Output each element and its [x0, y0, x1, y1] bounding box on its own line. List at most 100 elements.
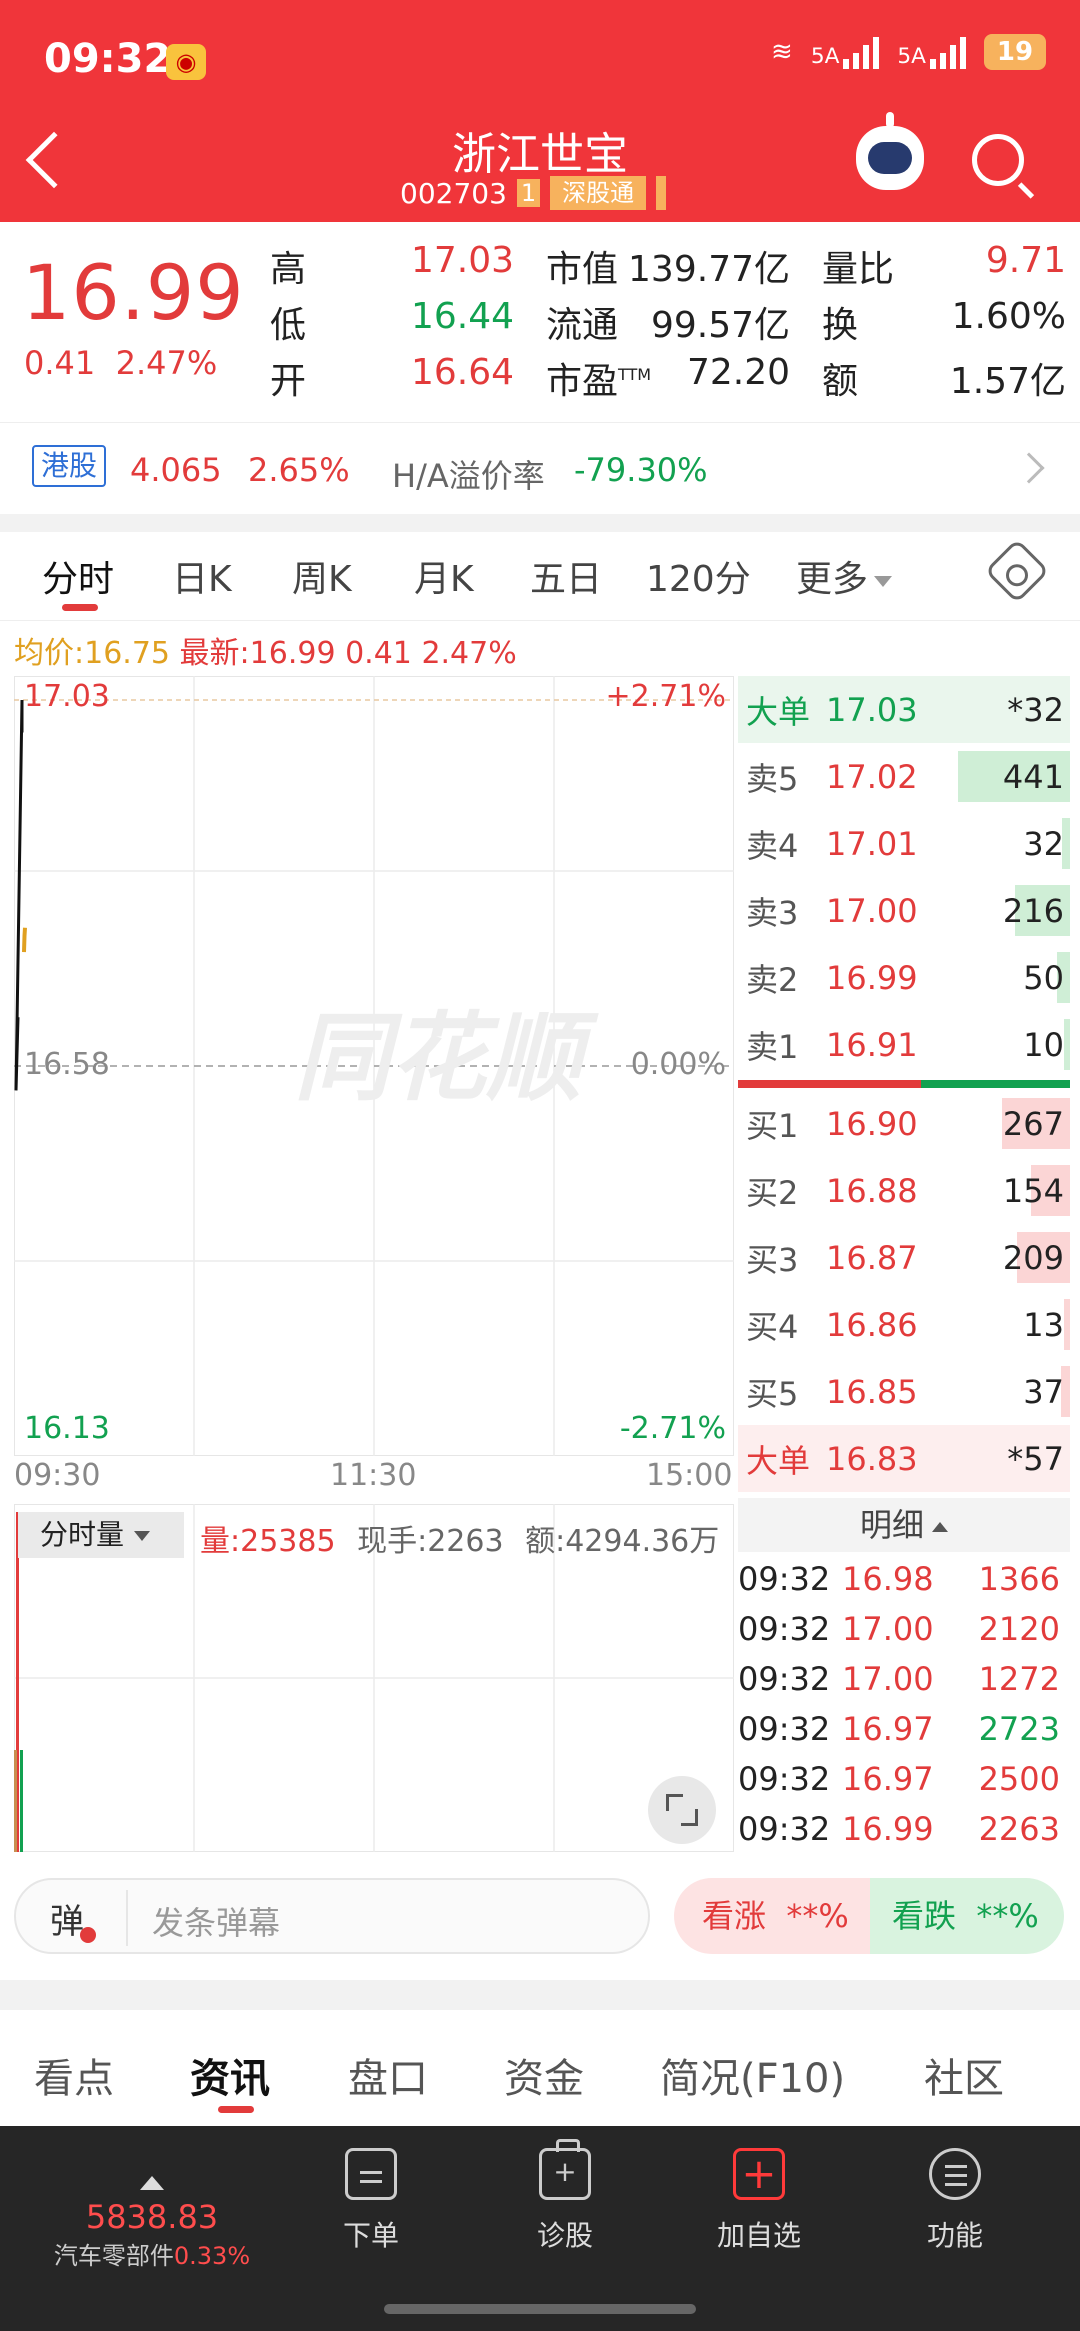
quote-label: 量比	[822, 249, 895, 290]
book-row-bid[interactable]: 买4 16.86 13	[738, 1291, 1070, 1358]
tab-f10[interactable]: 简况(F10)	[660, 2046, 845, 2104]
trade-time: 09:32	[738, 1760, 831, 1798]
book-row-bid[interactable]: 买1 16.90 267	[738, 1090, 1070, 1157]
nav-add-watchlist[interactable]: 加自选	[694, 2148, 824, 2254]
detail-header[interactable]: 明细	[738, 1498, 1070, 1552]
order-book[interactable]: 大单 17.03 *32 卖5 17.02 441 卖4 17.01 32 卖3 17.00 216 卖…	[738, 676, 1070, 1492]
book-row-ask[interactable]: 卖4 17.01 32	[738, 810, 1070, 877]
book-row-big-ask[interactable]: 大单 17.03 *32	[738, 676, 1070, 743]
sector-index-value: 5838.83	[85, 2198, 219, 2236]
watermark: 同花顺	[294, 1002, 599, 1114]
tab-market[interactable]: 盘口	[348, 2046, 428, 2104]
quote-value: 139.77亿	[628, 249, 790, 290]
quote-panel: 16.99 0.41 2.47% 高 17.03 低 16.44 开 16.64 市值 139…	[0, 222, 1080, 422]
book-volume: 216	[1002, 891, 1064, 930]
book-separator	[738, 1080, 1070, 1088]
book-volume: 154	[1002, 1171, 1064, 1210]
book-row-bid[interactable]: 买3 16.87 209	[738, 1224, 1070, 1291]
separator	[0, 514, 1080, 532]
tag-number: 1	[516, 179, 541, 207]
sector-index-name: 汽车零部件0.33%	[53, 2242, 251, 2270]
tab-news[interactable]: 资讯	[190, 2046, 270, 2104]
tab-weekly[interactable]: 周K	[292, 550, 352, 602]
x-tick-start: 09:30	[14, 1458, 101, 1493]
quote-label: 高	[270, 249, 307, 290]
hk-share-row[interactable]: 港股 4.065 2.65% H/A溢价率 -79.30%	[0, 422, 1080, 514]
active-tab-indicator	[62, 604, 98, 611]
intraday-chart[interactable]: 同花顺 17.03 16.58 16.13 +2.71% 0.00% -2.71…	[14, 676, 734, 1456]
quote-value: 72.20	[686, 352, 790, 393]
vote-down-button[interactable]: 看跌 **%	[870, 1878, 1064, 1954]
pct-min-label: -2.71%	[620, 1411, 726, 1446]
document-icon	[345, 2148, 397, 2200]
barrage-toggle[interactable]: 弹	[50, 1894, 96, 1943]
book-row-ask[interactable]: 卖3 17.00 216	[738, 877, 1070, 944]
book-row-ask[interactable]: 卖5 17.02 441	[738, 743, 1070, 810]
volume-selector[interactable]: 分时量	[18, 1512, 184, 1558]
quote-value: 1.60%	[951, 296, 1066, 337]
fullscreen-icon[interactable]	[648, 1776, 716, 1844]
quote-label: 市值	[546, 249, 619, 290]
quote-value: 17.03	[410, 240, 514, 281]
nav-functions[interactable]: 功能	[890, 2148, 1020, 2254]
book-volume: 10	[1023, 1025, 1064, 1064]
chart-tabs: 分时 日K 周K 月K 五日 120分 更多	[0, 532, 1080, 620]
book-price: 16.88	[826, 1171, 918, 1210]
book-price: 16.83	[826, 1439, 918, 1478]
book-price: 16.87	[826, 1238, 918, 1277]
book-row-ask[interactable]: 卖1 16.91 10	[738, 1011, 1070, 1078]
robot-assistant-icon[interactable]	[856, 112, 924, 190]
book-label: 买3	[746, 1240, 799, 1279]
sector-index[interactable]: 5838.83 汽车零部件0.33%	[52, 2176, 252, 2271]
x-tick-end: 15:00	[646, 1458, 733, 1493]
status-icons: ≋ 5A 5A 19	[771, 34, 1046, 70]
quote-label: 低	[270, 305, 307, 346]
trade-price: 16.97	[842, 1710, 934, 1748]
trade-row: 09:32 16.98 1366	[738, 1554, 1070, 1604]
tab-highlights[interactable]: 看点	[34, 2046, 114, 2104]
quote-value: 1.57亿	[949, 361, 1066, 402]
book-row-bid[interactable]: 买2 16.88 154	[738, 1157, 1070, 1224]
trade-volume: 1272	[978, 1660, 1060, 1698]
home-indicator[interactable]	[384, 2304, 696, 2314]
book-row-bid[interactable]: 买5 16.85 37	[738, 1358, 1070, 1425]
tag-exchange[interactable]: 深股通	[550, 176, 647, 210]
latest-pct: 2.47%	[421, 636, 517, 671]
book-row-ask[interactable]: 卖2 16.99 50	[738, 944, 1070, 1011]
tab-monthly[interactable]: 月K	[414, 550, 474, 602]
book-volume: 37	[1023, 1372, 1064, 1411]
quote-value: 9.71	[985, 240, 1066, 281]
trade-detail-list[interactable]: 09:32 16.98 1366 09:32 17.00 2120 09:32 17.00 12…	[738, 1554, 1070, 1854]
trade-row: 09:32 16.99 2263	[738, 1804, 1070, 1854]
book-label: 买2	[746, 1173, 799, 1212]
trade-volume: 2263	[978, 1810, 1060, 1848]
tab-intraday[interactable]: 分时	[42, 550, 114, 602]
tab-daily[interactable]: 日K	[172, 550, 232, 602]
book-price: 16.99	[826, 958, 918, 997]
vote-up-button[interactable]: 看涨 **%	[674, 1878, 870, 1954]
trade-volume: 2120	[978, 1610, 1060, 1648]
book-volume: *32	[1007, 690, 1064, 729]
quote-value: 99.57亿	[650, 305, 790, 346]
tab-five-day[interactable]: 五日	[530, 550, 602, 602]
tab-community[interactable]: 社区	[924, 2046, 1004, 2104]
battery-icon: 19	[984, 34, 1046, 70]
book-size-bar	[1064, 1019, 1070, 1070]
tab-120min[interactable]: 120分	[646, 550, 751, 602]
nav-order[interactable]: 下单	[306, 2148, 436, 2254]
tab-more[interactable]: 更多	[796, 550, 893, 602]
book-row-big-bid[interactable]: 大单 16.83 *57	[738, 1425, 1070, 1492]
barrage-placeholder[interactable]: 发条弹幕	[152, 1898, 280, 1944]
barrage-input-bar[interactable]: 弹 发条弹幕	[14, 1878, 650, 1954]
nav-diagnose[interactable]: 诊股	[500, 2139, 630, 2254]
quote-value: 16.44	[410, 296, 514, 337]
book-label: 大单	[746, 692, 811, 731]
y-mid-label: 16.58	[24, 1047, 110, 1082]
wifi-icon: ≋	[771, 37, 793, 67]
chevron-right-icon	[1013, 452, 1045, 484]
search-icon[interactable]	[972, 134, 1024, 186]
trade-time: 09:32	[738, 1560, 831, 1598]
trade-row: 09:32 16.97 2500	[738, 1754, 1070, 1804]
caret-down-icon	[874, 575, 893, 587]
tab-funds[interactable]: 资金	[504, 2046, 584, 2104]
